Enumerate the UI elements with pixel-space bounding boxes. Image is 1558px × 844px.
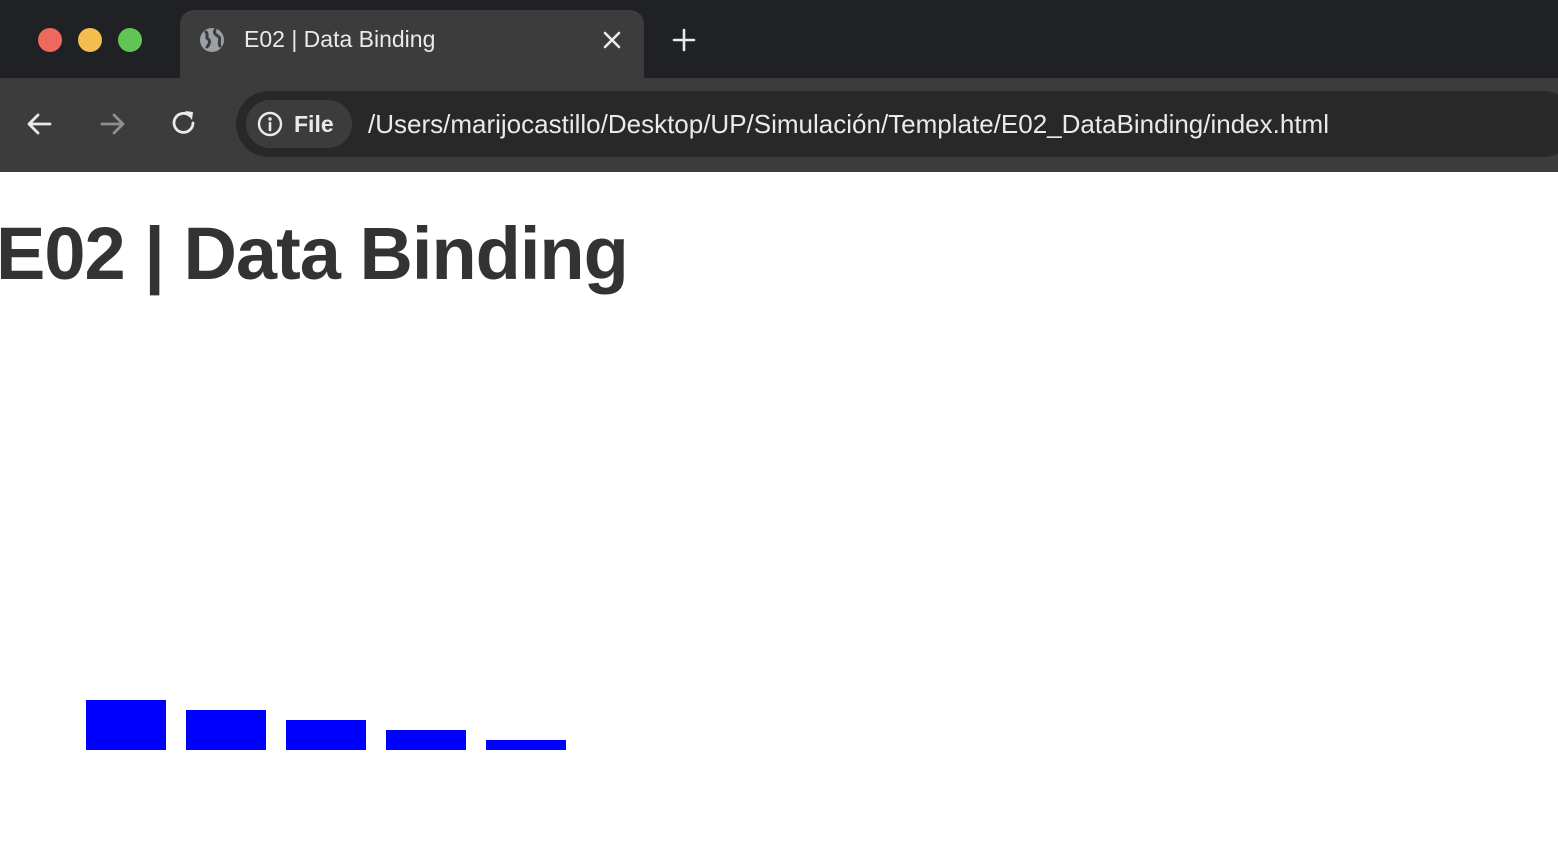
- window-minimize-button[interactable]: [78, 28, 102, 52]
- browser-toolbar: File /Users/marijocastillo/Desktop/UP/Si…: [0, 78, 1558, 172]
- active-tab[interactable]: E02 | Data Binding: [180, 10, 644, 78]
- page-content: E02 | Data Binding: [0, 172, 1558, 844]
- scheme-label: File: [294, 111, 334, 137]
- reload-icon[interactable]: [166, 106, 202, 142]
- window-maximize-button[interactable]: [118, 28, 142, 52]
- bar-chart: [86, 700, 566, 750]
- bar: [186, 710, 266, 750]
- tab-strip: E02 | Data Binding: [0, 0, 1558, 78]
- tab-title: E02 | Data Binding: [244, 26, 436, 52]
- close-icon[interactable]: [598, 26, 626, 54]
- globe-icon: [200, 28, 224, 52]
- window-close-button[interactable]: [38, 28, 62, 52]
- url-text[interactable]: /Users/marijocastillo/Desktop/UP/Simulac…: [368, 108, 1329, 140]
- address-bar[interactable]: File /Users/marijocastillo/Desktop/UP/Si…: [236, 91, 1558, 157]
- bar: [486, 740, 566, 750]
- site-info-chip[interactable]: File: [246, 100, 352, 148]
- bar: [286, 720, 366, 750]
- info-icon: [257, 111, 283, 137]
- browser-window: E02 | Data Binding File /Users/marijocas…: [0, 0, 1558, 844]
- bar: [86, 700, 166, 750]
- arrow-right-icon[interactable]: [94, 106, 130, 142]
- arrow-left-icon[interactable]: [22, 106, 58, 142]
- plus-icon[interactable]: [668, 24, 700, 56]
- bar: [386, 730, 466, 750]
